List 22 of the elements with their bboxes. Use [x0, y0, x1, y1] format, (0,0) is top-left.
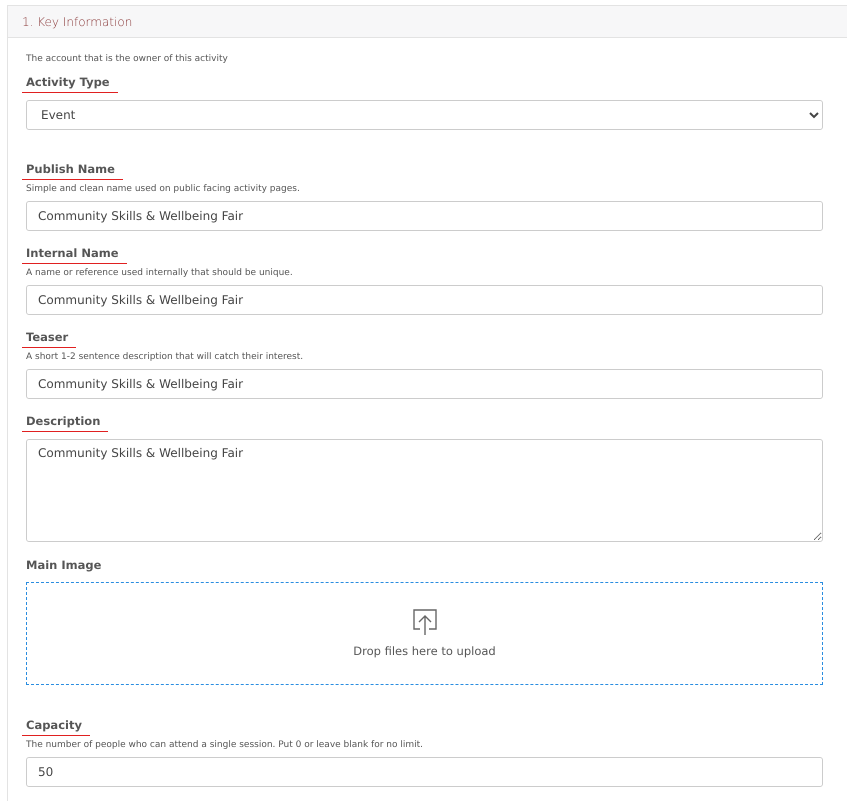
- intro-text: The account that is the owner of this activity: [26, 54, 229, 64]
- help-text: The number of people who can attend a single session. Put 0 or leave blank for no limit.: [26, 740, 424, 750]
- field-label: Teaser: [22, 330, 76, 348]
- activity-type-select[interactable]: Event: [26, 100, 823, 130]
- upload-dropzone[interactable]: Drop files here to upload: [26, 582, 823, 685]
- field-label: Capacity: [22, 718, 90, 736]
- field-label: Internal Name: [22, 246, 126, 264]
- input-field[interactable]: Community Skills & Wellbeing Fair: [26, 369, 823, 399]
- upload-icon: [412, 609, 436, 636]
- help-text: Simple and clean name used on public facing activity pages.: [26, 184, 300, 194]
- input-field[interactable]: Community Skills & Wellbeing Fair: [26, 201, 823, 231]
- help-text: A name or reference used internally that should be unique.: [26, 268, 293, 278]
- field-label: Activity Type: [22, 75, 118, 93]
- input-field[interactable]: 50: [26, 757, 823, 787]
- panel-title: 1. Key Information: [22, 14, 132, 28]
- field-label: Publish Name: [22, 162, 123, 180]
- description-field[interactable]: Community Skills & Wellbeing Fair: [26, 439, 823, 542]
- field-label: Description: [22, 414, 108, 432]
- field-label: Main Image: [25, 558, 102, 574]
- input-field[interactable]: Community Skills & Wellbeing Fair: [26, 285, 823, 315]
- dropzone-prompt: Drop files here to upload: [353, 644, 496, 658]
- help-text: A short 1-2 sentence description that will catch their interest.: [26, 352, 304, 362]
